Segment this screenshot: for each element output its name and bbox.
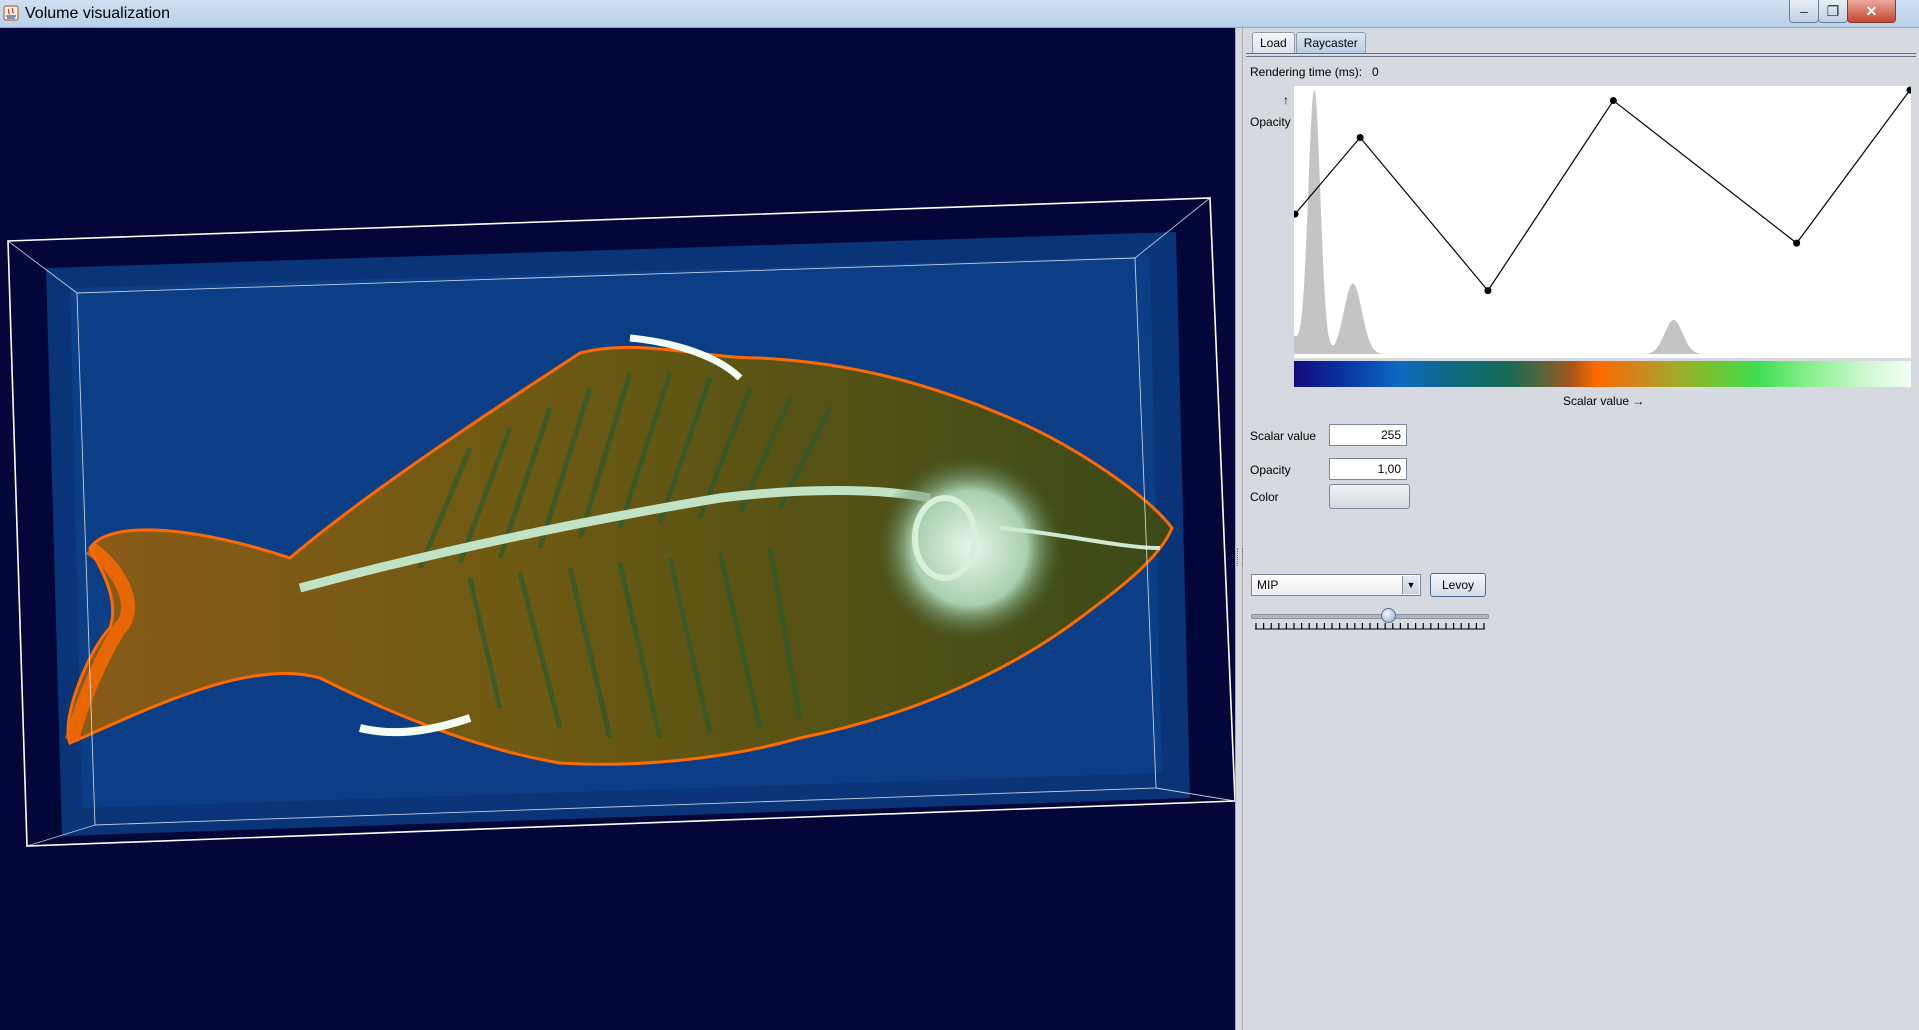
- color-label: Color: [1250, 490, 1279, 504]
- minimize-button[interactable]: –: [1789, 0, 1819, 23]
- window-title: Volume visualization: [25, 5, 170, 22]
- scalar-value-label: Scalar value: [1250, 429, 1317, 443]
- opacity-input[interactable]: [1329, 458, 1407, 480]
- volume-render-view[interactable]: [0, 28, 1235, 1030]
- color-picker-button[interactable]: [1329, 484, 1410, 509]
- color-map-bar: [1294, 361, 1911, 387]
- scalar-value-input[interactable]: [1329, 424, 1407, 446]
- slider-thumb[interactable]: [1380, 608, 1396, 623]
- opacity-axis-label: Opacity: [1250, 115, 1291, 129]
- tab-divider: [1246, 53, 1916, 54]
- control-point[interactable]: [1609, 97, 1617, 105]
- tab-divider: [1246, 56, 1916, 57]
- histogram: [1294, 90, 1911, 354]
- render-method-value: MIP: [1257, 578, 1279, 592]
- tab-raycaster[interactable]: Raycaster: [1295, 32, 1366, 53]
- java-app-icon: [3, 5, 19, 21]
- title-bar: Volume visualization – ❐ ✕: [0, 0, 1919, 28]
- split-pane-divider[interactable]: [1235, 28, 1243, 1030]
- chevron-down-icon[interactable]: ▼: [1402, 576, 1419, 594]
- opacity-label: Opacity: [1250, 463, 1291, 477]
- render-method-select[interactable]: MIP ▼: [1251, 574, 1421, 596]
- tab-load[interactable]: Load: [1252, 32, 1295, 53]
- maximize-button[interactable]: ❐: [1818, 0, 1848, 23]
- volume-render-canvas: [7, 197, 1235, 847]
- control-point[interactable]: [1484, 287, 1492, 295]
- rendering-time-label: Rendering time (ms):: [1250, 65, 1363, 79]
- control-point[interactable]: [1793, 239, 1801, 247]
- slider-ticks: [1255, 623, 1485, 630]
- close-button[interactable]: ✕: [1847, 0, 1896, 23]
- levoy-button[interactable]: Levoy: [1430, 573, 1486, 597]
- tab-bar: Load Raycaster: [1252, 32, 1367, 54]
- transfer-function-editor[interactable]: [1294, 86, 1911, 358]
- scalar-axis-label: Scalar value →: [1563, 394, 1645, 408]
- control-panel: Load Raycaster Rendering time (ms): 0 ↑ …: [1243, 28, 1919, 1030]
- control-point[interactable]: [1356, 134, 1364, 142]
- fish-head-bones: [875, 453, 1065, 643]
- up-arrow-icon: ↑: [1283, 93, 1289, 107]
- opacity-curve: [1294, 89, 1911, 292]
- slider-track[interactable]: [1251, 614, 1489, 619]
- rendering-time-value: 0: [1372, 65, 1379, 79]
- control-point[interactable]: [1906, 86, 1912, 94]
- transfer-function-canvas[interactable]: [1294, 86, 1911, 358]
